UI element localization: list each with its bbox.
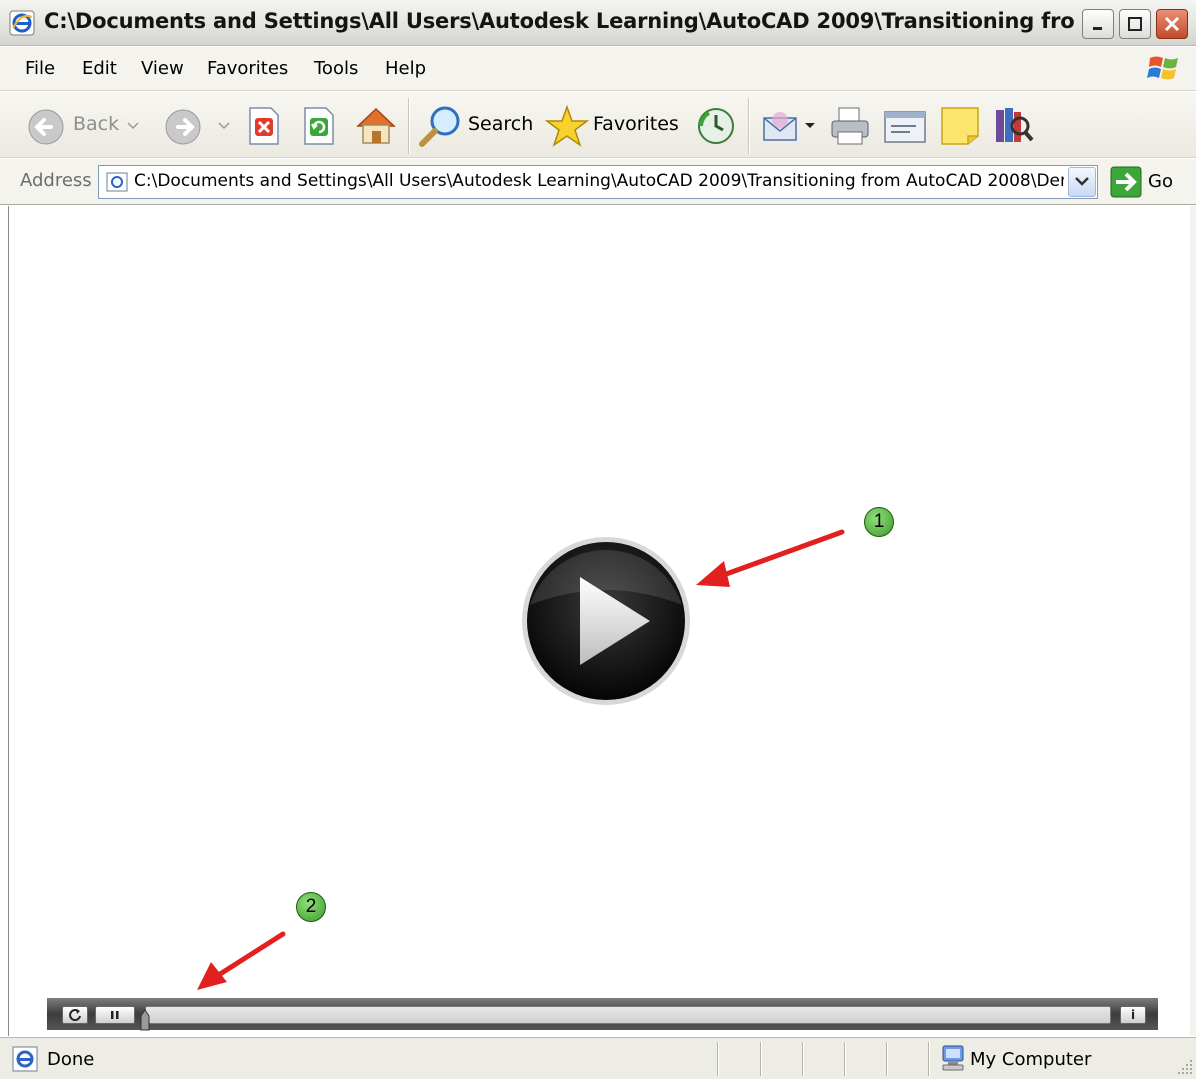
search-icon[interactable] [418,104,464,148]
resize-grip-icon[interactable] [1176,1058,1194,1076]
research-icon[interactable] [992,104,1036,148]
my-computer-icon [942,1045,964,1071]
pause-icon [111,1011,119,1019]
address-value[interactable]: C:\Documents and Settings\All Users\Auto… [134,171,1064,195]
discuss-note-icon[interactable] [938,104,982,148]
go-button-label[interactable]: Go [1148,171,1173,192]
maximize-button[interactable] [1119,9,1151,39]
page-icon [106,172,128,192]
status-text: Done [47,1049,95,1070]
callout-badge-1: 1 [864,507,894,537]
callout-badge-2: 2 [296,892,326,922]
edit-icon[interactable] [882,106,928,146]
back-button-label[interactable]: Back [73,113,119,135]
refresh-icon[interactable] [302,106,336,146]
menu-edit[interactable]: Edit [82,58,117,79]
print-icon[interactable] [828,104,872,148]
progress-thumb[interactable] [140,1008,150,1032]
favorites-button-label[interactable]: Favorites [593,113,679,135]
toolbar-separator [748,98,750,154]
windows-logo-icon [1147,56,1178,80]
close-icon [1164,16,1180,32]
internet-explorer-icon [9,10,35,36]
status-divider [928,1042,930,1076]
mail-icon[interactable] [760,106,800,146]
menu-bar: File Edit View Favorites Tools Help [0,47,1196,91]
minimize-button[interactable] [1082,9,1114,39]
replay-icon [69,1009,81,1022]
status-divider [717,1042,719,1076]
go-arrow-icon[interactable] [1110,166,1142,198]
address-dropdown-button[interactable] [1068,167,1096,197]
close-button[interactable] [1156,9,1188,39]
maximize-icon [1128,17,1142,31]
status-divider [886,1042,888,1076]
minimize-icon [1093,27,1102,30]
address-label: Address [20,170,92,191]
menu-tools[interactable]: Tools [314,58,358,79]
mail-dropdown-icon[interactable] [804,121,816,131]
info-button[interactable]: i [1120,1006,1146,1024]
title-bar: C:\Documents and Settings\All Users\Auto… [0,0,1196,46]
forward-dropdown-icon[interactable] [218,121,230,131]
security-zone-label: My Computer [970,1049,1092,1070]
menu-favorites[interactable]: Favorites [207,58,288,79]
replay-button[interactable] [62,1006,88,1024]
menu-view[interactable]: View [141,58,184,79]
window-right-edge [1190,206,1196,1036]
window-title: C:\Documents and Settings\All Users\Auto… [44,9,1074,33]
page-done-icon [12,1046,38,1072]
menu-file[interactable]: File [25,58,55,79]
play-button-icon[interactable] [520,535,692,707]
chevron-down-icon [1075,177,1089,186]
menu-help[interactable]: Help [385,58,426,79]
history-icon[interactable] [695,106,737,146]
home-icon[interactable] [354,104,398,146]
status-divider [760,1042,762,1076]
pause-button[interactable] [95,1006,135,1024]
back-dropdown-icon[interactable] [127,121,139,131]
status-divider [802,1042,804,1076]
status-divider [844,1042,846,1076]
annotation-arrow-1 [696,529,845,587]
favorites-star-icon[interactable] [545,104,589,148]
progress-track[interactable] [145,1006,1111,1024]
stop-icon[interactable] [247,106,281,146]
annotation-arrow-2 [197,931,286,990]
back-arrow-icon[interactable] [26,107,66,147]
search-button-label[interactable]: Search [468,113,533,135]
toolbar-separator [408,98,410,154]
forward-arrow-icon[interactable] [163,107,203,147]
